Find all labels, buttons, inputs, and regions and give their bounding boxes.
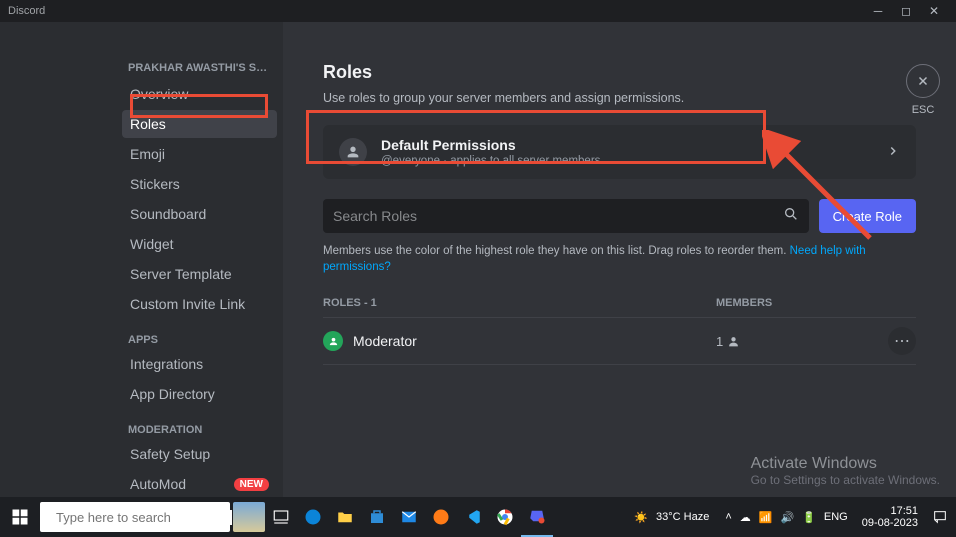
page-subtitle: Use roles to group your server members a… <box>323 91 916 105</box>
new-badge: NEW <box>234 478 269 491</box>
close-icon <box>916 74 930 88</box>
sidebar-item-app-directory[interactable]: App Directory <box>122 380 277 408</box>
windows-activation-watermark: Activate Windows Go to Settings to activ… <box>751 455 940 487</box>
taskbar-app-explorer[interactable] <box>329 497 361 537</box>
role-more-button[interactable]: ⋯ <box>888 327 916 355</box>
members-column-header: MEMBERS <box>716 297 916 309</box>
taskbar-notifications[interactable] <box>924 497 956 537</box>
person-icon <box>727 335 740 348</box>
volume-icon: 🔊 <box>780 511 794 524</box>
settings-sidebar: PRAKHAR AWASTHI'S SERV… Overview Roles E… <box>108 22 283 497</box>
sidebar-item-widget[interactable]: Widget <box>122 230 277 258</box>
taskbar-app-vscode[interactable] <box>457 497 489 537</box>
default-perm-desc: @everyone · applies to all server member… <box>381 155 886 167</box>
taskbar-search-box[interactable] <box>40 502 230 532</box>
window-maximize-button[interactable]: ◻ <box>892 4 920 18</box>
chevron-up-icon: ˄ <box>725 511 731 523</box>
sidebar-item-roles[interactable]: Roles <box>122 110 277 138</box>
taskbar-tray[interactable]: ˄ ☁ 📶 🔊 🔋 ENG <box>717 511 855 524</box>
sidebar-section-apps: APPS <box>128 334 271 346</box>
page-title: Roles <box>323 62 916 83</box>
sidebar-item-integrations[interactable]: Integrations <box>122 350 277 378</box>
roles-hint-text: Members use the color of the highest rol… <box>323 243 916 275</box>
close-settings-button[interactable] <box>906 64 940 98</box>
close-settings-panel: ESC <box>906 64 940 116</box>
sidebar-item-overview[interactable]: Overview <box>122 80 277 108</box>
windows-taskbar: ☀️ 33°C Haze ˄ ☁ 📶 🔊 🔋 ENG 17:51 09-08-2… <box>0 497 956 537</box>
taskbar-search-highlight <box>233 502 265 532</box>
sidebar-item-soundboard[interactable]: Soundboard <box>122 200 277 228</box>
sidebar-item-stickers[interactable]: Stickers <box>122 170 277 198</box>
weather-icon: ☀️ <box>634 511 648 524</box>
taskbar-app-store[interactable] <box>361 497 393 537</box>
taskbar-app-mail[interactable] <box>393 497 425 537</box>
default-perm-title: Default Permissions <box>381 137 886 153</box>
taskbar-app-chrome[interactable] <box>489 497 521 537</box>
create-role-button[interactable]: Create Role <box>819 199 916 233</box>
content-area: Roles Use roles to group your server mem… <box>283 22 956 497</box>
taskbar-app-edge[interactable] <box>297 497 329 537</box>
taskbar-clock[interactable]: 17:51 09-08-2023 <box>856 505 924 529</box>
roles-table-header: ROLES - 1 MEMBERS <box>323 297 916 317</box>
sidebar-item-emoji[interactable]: Emoji <box>122 140 277 168</box>
task-view-button[interactable] <box>265 497 297 537</box>
role-color-icon <box>323 331 343 351</box>
sidebar-item-server-template[interactable]: Server Template <box>122 260 277 288</box>
app-titlebar: Discord ─ ◻ ✕ <box>0 0 956 22</box>
app-name: Discord <box>8 5 45 17</box>
search-roles-input[interactable] <box>333 208 783 224</box>
language-indicator: ENG <box>824 511 848 523</box>
search-icon <box>783 206 799 227</box>
taskbar-weather[interactable]: ☀️ 33°C Haze <box>626 511 717 524</box>
sidebar-item-automod[interactable]: AutoMod NEW <box>122 470 277 497</box>
default-permissions-card[interactable]: Default Permissions @everyone · applies … <box>323 125 916 179</box>
sidebar-server-header: PRAKHAR AWASTHI'S SERV… <box>128 62 271 74</box>
sidebar-section-moderation: MODERATION <box>128 424 271 436</box>
search-roles-container <box>323 199 809 233</box>
window-close-button[interactable]: ✕ <box>920 4 948 18</box>
taskbar-app-discord[interactable] <box>521 497 553 537</box>
role-member-count: 1 <box>716 334 876 349</box>
chevron-right-icon <box>886 144 900 161</box>
role-row[interactable]: Moderator 1 ⋯ <box>323 317 916 365</box>
people-icon <box>339 138 367 166</box>
esc-label: ESC <box>906 104 940 116</box>
sidebar-item-safety-setup[interactable]: Safety Setup <box>122 440 277 468</box>
window-minimize-button[interactable]: ─ <box>864 4 892 18</box>
roles-column-header: ROLES - 1 <box>323 297 716 309</box>
onedrive-icon: ☁ <box>740 511 751 524</box>
taskbar-app-firefox[interactable] <box>425 497 457 537</box>
wifi-icon: 📶 <box>759 511 773 524</box>
start-button[interactable] <box>0 497 40 537</box>
sidebar-item-custom-invite-link[interactable]: Custom Invite Link <box>122 290 277 318</box>
taskbar-search-input[interactable] <box>56 510 232 525</box>
role-name: Moderator <box>353 333 716 349</box>
battery-icon: 🔋 <box>802 511 816 524</box>
